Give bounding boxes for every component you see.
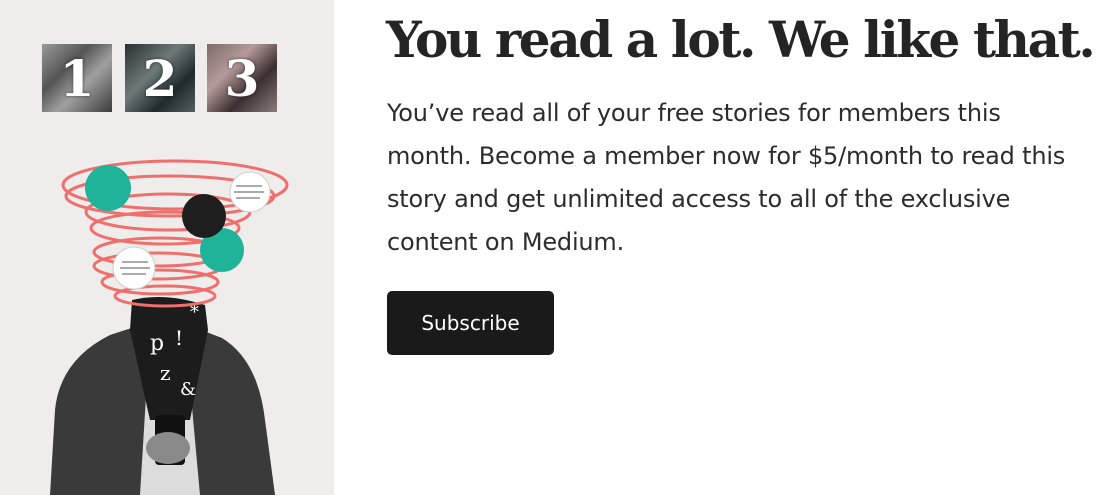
paywall-headline: You read a lot. We like that. — [386, 10, 1096, 69]
illustration-panel: 1 2 3 p ! z & * — [0, 0, 334, 495]
hand — [146, 432, 190, 464]
tile-number: 1 — [59, 48, 95, 108]
tile-number: 3 — [224, 48, 260, 108]
tile-number: 2 — [142, 48, 178, 108]
floating-letter: z — [160, 361, 171, 385]
subscribe-button[interactable]: Subscribe — [387, 291, 554, 355]
floating-letter: & — [180, 379, 196, 400]
dark-circle — [182, 194, 226, 238]
floating-letter: p — [150, 331, 164, 356]
floating-letter: ! — [175, 326, 183, 350]
paywall-body-text: You’ve read all of your free stories for… — [387, 99, 1066, 256]
teal-circle — [85, 165, 131, 211]
